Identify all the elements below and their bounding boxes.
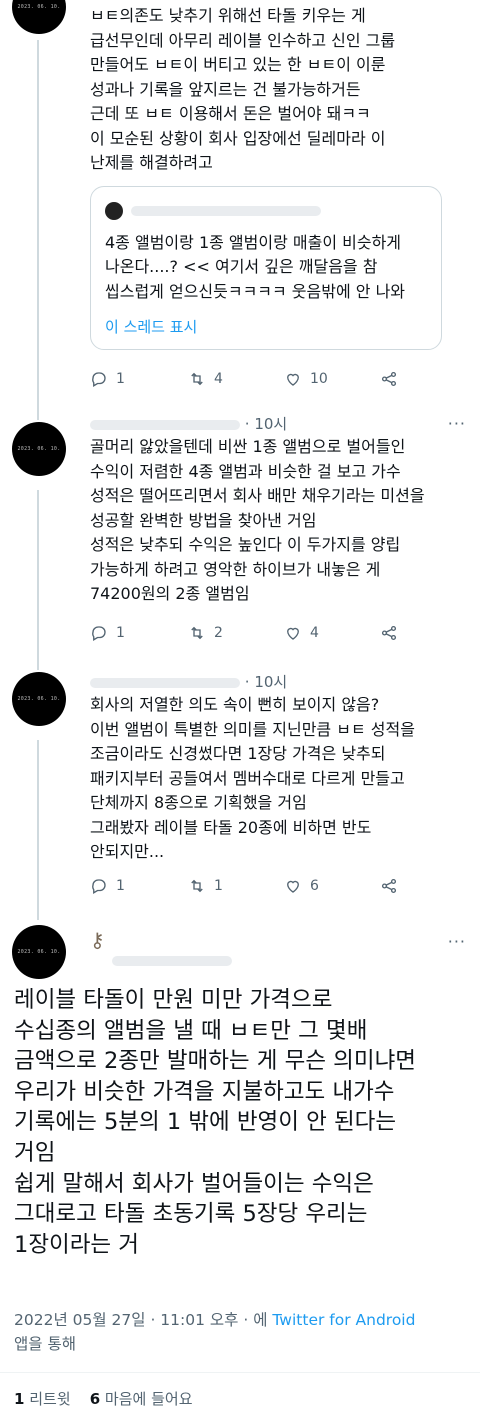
- tweet-1: ㅂㅌ의존도 낮추기 위해선 타돌 키우는 게 급선무인데 아무리 레이블 인수하…: [90, 4, 466, 387]
- thread-line: [37, 40, 39, 420]
- quote-text: 4종 앨범이랑 1종 앨범이랑 매출이 비슷하게 나온다....? << 여기서…: [105, 232, 406, 301]
- key-emoji-icon: ⚷: [90, 928, 105, 952]
- divider: [0, 1372, 480, 1373]
- redacted-username: [90, 677, 240, 688]
- retweet-label: 리트윗: [29, 1390, 71, 1408]
- engagement-stats: 1 리트윗 6 마음에 들어요: [14, 1388, 193, 1409]
- tweet-source-link[interactable]: Twitter for Android: [272, 1311, 415, 1329]
- retweet-count: 4: [214, 371, 223, 387]
- redacted-username: [131, 205, 321, 216]
- quote-avatar: [105, 201, 123, 220]
- retweet-button[interactable]: 1: [188, 877, 284, 895]
- thread-line: [37, 490, 39, 670]
- redacted-username: [90, 419, 240, 430]
- likes-stat[interactable]: 6 마음에 들어요: [90, 1390, 193, 1408]
- tweet-actions: 1 1 6: [90, 877, 476, 895]
- tweet-3: · 10시 회사의 저열한 의도 속이 뻔히 보이지 않음? 이번 앨범이 특별…: [90, 671, 466, 894]
- avatar[interactable]: 2023. 06. 10.: [12, 672, 66, 726]
- redacted-username: [112, 956, 232, 966]
- like-button[interactable]: 10: [284, 370, 380, 388]
- heart-icon: [287, 373, 299, 386]
- retweet-count: 1: [214, 878, 223, 894]
- reply-button[interactable]: 1: [90, 877, 186, 895]
- thread-line: [37, 740, 39, 920]
- share-button[interactable]: [380, 370, 476, 388]
- like-count: 4: [310, 625, 319, 641]
- tweet-text: 회사의 저열한 의도 속이 뻔히 보이지 않음? 이번 앨범이 특별한 의미를 …: [90, 695, 415, 861]
- tweet-text: 골머리 앓았을텐데 비싼 1종 앨범으로 벌어들인 수익이 저렴한 4종 앨범과…: [90, 437, 425, 603]
- show-thread-link[interactable]: 이 스레드 표시: [105, 316, 427, 337]
- avatar[interactable]: 2023. 06. 10.: [12, 422, 66, 476]
- share-icon: [381, 878, 397, 894]
- like-total: 6: [89, 1390, 101, 1408]
- retweet-total: 1: [14, 1390, 25, 1408]
- reply-icon: [92, 879, 106, 894]
- heart-icon: [287, 880, 299, 893]
- tweet-2: · 10시 ··· 골머리 앓았을텐데 비싼 1종 앨범으로 벌어들인 수익이 …: [90, 413, 466, 641]
- more-options-icon[interactable]: ···: [448, 413, 466, 435]
- quoted-tweet[interactable]: 4종 앨범이랑 1종 앨범이랑 매출이 비슷하게 나온다....? << 여기서…: [90, 185, 442, 350]
- like-label: 마음에 들어요: [104, 1390, 193, 1408]
- like-button[interactable]: 4: [284, 624, 380, 642]
- retweet-count: 2: [214, 625, 223, 641]
- reply-count: 1: [116, 878, 125, 894]
- tweet-actions: 1 4 10: [90, 370, 476, 388]
- share-icon: [381, 625, 397, 641]
- like-count: 6: [310, 878, 319, 894]
- share-icon: [381, 371, 397, 387]
- main-tweet-text: 레이블 타돌이 만원 미만 가격으로 수십종의 앨범을 낼 때 ㅂㅌ만 그 몇배…: [14, 987, 416, 1258]
- reply-button[interactable]: 1: [90, 624, 186, 642]
- reply-count: 1: [116, 371, 125, 387]
- more-options-icon[interactable]: ···: [448, 932, 466, 951]
- retweet-button[interactable]: 4: [188, 370, 284, 388]
- reply-button[interactable]: 1: [90, 370, 186, 388]
- tweet-date[interactable]: 2022년 05월 27일 · 11:01 오후 · 에: [14, 1311, 272, 1329]
- heart-icon: [287, 627, 299, 640]
- tweet-source-suffix: 앱을 통해: [14, 1335, 76, 1353]
- tweet-time[interactable]: · 10시: [245, 415, 287, 433]
- retweet-icon: [191, 372, 203, 386]
- tweet-actions: 1 2 4: [90, 624, 476, 642]
- reply-count: 1: [116, 625, 125, 641]
- share-button[interactable]: [380, 624, 476, 642]
- tweet-meta: 2022년 05월 27일 · 11:01 오후 · 에 Twitter for…: [14, 1308, 466, 1356]
- reply-icon: [92, 372, 106, 387]
- retweet-button[interactable]: 2: [188, 624, 284, 642]
- avatar[interactable]: 2023. 06. 10.: [12, 925, 66, 979]
- like-button[interactable]: 6: [284, 877, 380, 895]
- reply-icon: [92, 626, 106, 641]
- retweet-icon: [191, 879, 203, 893]
- share-button[interactable]: [380, 877, 476, 895]
- tweet-text: ㅂㅌ의존도 낮추기 위해선 타돌 키우는 게 급선무인데 아무리 레이블 인수하…: [90, 6, 396, 172]
- like-count: 10: [310, 371, 328, 387]
- tweet-time[interactable]: · 10시: [245, 673, 287, 691]
- retweets-stat[interactable]: 1 리트윗: [14, 1390, 71, 1408]
- retweet-icon: [191, 626, 203, 640]
- avatar[interactable]: 2023. 06. 10.: [12, 0, 66, 34]
